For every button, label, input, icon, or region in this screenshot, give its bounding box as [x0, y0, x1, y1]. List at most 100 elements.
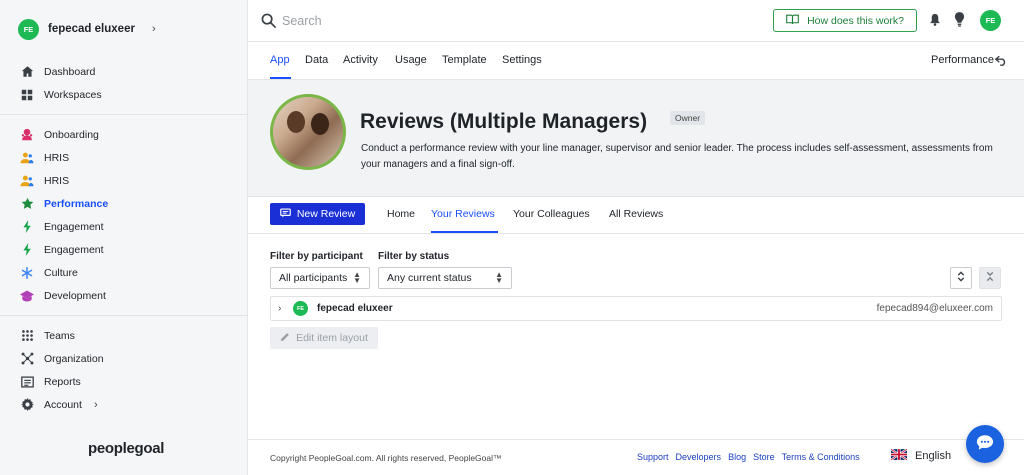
sidebar-item-label: Teams [44, 329, 75, 342]
footer-link-blog[interactable]: Blog [728, 452, 746, 462]
sidebar-item-development[interactable]: Development [20, 284, 240, 307]
sidebar-item-workspaces[interactable]: Workspaces [20, 83, 240, 106]
user-name: fepecad eluxeer [48, 23, 135, 35]
lightbulb-icon[interactable] [954, 12, 965, 30]
sidebar-item-label: Dashboard [44, 65, 96, 78]
sidebar-item-culture[interactable]: Culture [20, 261, 240, 284]
how-does-this-work-label: How does this work? [807, 14, 904, 27]
sidebar-item-label: Organization [44, 352, 104, 365]
footer-links: Support Developers Blog Store Terms & Co… [637, 452, 860, 462]
how-does-this-work-button[interactable]: How does this work? [773, 9, 917, 32]
app-image [270, 94, 346, 170]
bell-icon[interactable] [929, 13, 941, 29]
footer-link-developers[interactable]: Developers [676, 452, 722, 462]
book-icon [786, 14, 799, 28]
filter-status-label: Filter by status [378, 251, 450, 262]
search-input[interactable] [282, 11, 682, 31]
tab-template[interactable]: Template [442, 54, 487, 66]
tab-app[interactable]: App [270, 54, 290, 66]
page-title: Reviews (Multiple Managers) [360, 110, 648, 133]
collapse-all-button[interactable] [979, 267, 1001, 289]
uk-flag-icon [890, 448, 908, 463]
sidebar-item-label: HRIS [44, 174, 70, 187]
tab-data[interactable]: Data [305, 54, 328, 66]
status-select[interactable]: Any current status ▲ ▼ [378, 267, 512, 289]
footer-link-support[interactable]: Support [637, 452, 669, 462]
sidebar-item-performance[interactable]: Performance [20, 192, 240, 215]
sidebar-item-account[interactable]: Account › [20, 393, 240, 416]
sidebar-item-organization[interactable]: Organization [20, 347, 240, 370]
sidebar-item-label: Development [44, 289, 106, 302]
tab-home[interactable]: Home [387, 208, 415, 220]
sidebar-item-label: Engagement [44, 243, 104, 256]
chevron-right-icon: › [151, 23, 156, 35]
sidebar-item-dashboard[interactable]: Dashboard [20, 60, 240, 83]
onboarding-icon [20, 128, 34, 142]
teams-icon [20, 329, 34, 343]
tab-usage[interactable]: Usage [395, 54, 427, 66]
participant-avatar: FE [293, 301, 308, 316]
edit-item-layout-button[interactable]: Edit item layout [270, 327, 378, 349]
user-menu[interactable]: FE fepecad eluxeer › [18, 18, 156, 40]
performance-link[interactable]: Performance [931, 54, 994, 66]
sort-arrows-icon: ▲ ▼ [495, 270, 503, 285]
sidebar-item-hris[interactable]: HRIS [20, 169, 240, 192]
sidebar-item-onboarding[interactable]: Onboarding [20, 123, 240, 146]
sort-arrows-icon: ▲ ▼ [353, 270, 361, 285]
sidebar-item-engagement[interactable]: Engagement [20, 238, 240, 261]
status-select-value: Any current status [387, 272, 472, 284]
gear-icon [20, 398, 34, 412]
tab-all-reviews[interactable]: All Reviews [609, 208, 663, 220]
sidebar-item-label: Account [44, 398, 82, 411]
app-subnav: App Data Activity Usage Template Setting… [248, 42, 1024, 80]
participant-email: fepecad894@eluxeer.com [876, 303, 993, 314]
participant-row[interactable]: › FE fepecad eluxeer fepecad894@eluxeer.… [270, 296, 1002, 321]
tab-settings[interactable]: Settings [502, 54, 542, 66]
asterisk-icon [20, 266, 34, 280]
tab-your-reviews[interactable]: Your Reviews [431, 208, 495, 220]
chat-button[interactable] [966, 425, 1004, 463]
sidebar-item-label: Reports [44, 375, 81, 388]
chevron-right-icon[interactable]: › [278, 303, 281, 314]
chevron-right-icon: › [93, 398, 98, 411]
grid-icon [20, 88, 34, 102]
participant-name: fepecad eluxeer [317, 303, 393, 314]
bolt-icon [20, 220, 34, 234]
sidebar-item-teams[interactable]: Teams [20, 324, 240, 347]
participant-select-value: All participants [279, 272, 348, 284]
sidebar-item-hris[interactable]: HRIS [20, 146, 240, 169]
sidebar-item-engagement[interactable]: Engagement [20, 215, 240, 238]
divider [0, 114, 248, 115]
new-review-button[interactable]: New Review [270, 203, 365, 225]
participant-select[interactable]: All participants ▲ ▼ [270, 267, 370, 289]
sidebar-item-reports[interactable]: Reports [20, 370, 240, 393]
tab-your-colleagues[interactable]: Your Colleagues [513, 208, 590, 220]
sidebar-item-label: Workspaces [44, 88, 102, 101]
tab-activity[interactable]: Activity [343, 54, 378, 66]
owner-badge: Owner [670, 111, 706, 125]
chat-icon [976, 434, 994, 454]
footer: Copyright PeopleGoal.com. All rights res… [248, 439, 1024, 475]
top-bar: How does this work? FE [248, 0, 1024, 42]
user-avatar[interactable]: FE [980, 10, 1001, 31]
back-arrow-icon[interactable] [994, 55, 1007, 69]
edit-item-layout-label: Edit item layout [296, 332, 368, 344]
language-selector[interactable]: English [890, 448, 951, 463]
app-description: Conduct a performance review with your l… [361, 143, 993, 170]
filter-participant-label: Filter by participant [270, 251, 363, 262]
collapse-icon [985, 271, 995, 285]
divider [0, 315, 248, 316]
footer-link-terms[interactable]: Terms & Conditions [782, 452, 860, 462]
copyright-text: Copyright PeopleGoal.com. All rights res… [270, 453, 502, 463]
sidebar-item-label: Engagement [44, 220, 104, 233]
expand-icon [956, 271, 966, 285]
active-tab-indicator [431, 231, 498, 233]
sidebar: FE fepecad eluxeer › Dashboard Workspace… [0, 0, 248, 475]
sidebar-nav: Dashboard Workspaces Onboarding HRIS HRI… [0, 60, 248, 416]
active-tab-indicator [270, 77, 291, 79]
app-header: Reviews (Multiple Managers) Owner Conduc… [248, 80, 1024, 197]
expand-all-button[interactable] [950, 267, 972, 289]
search-icon [261, 13, 276, 31]
review-tabs: New Review Home Your Reviews Your Collea… [248, 197, 1024, 234]
footer-link-store[interactable]: Store [753, 452, 775, 462]
